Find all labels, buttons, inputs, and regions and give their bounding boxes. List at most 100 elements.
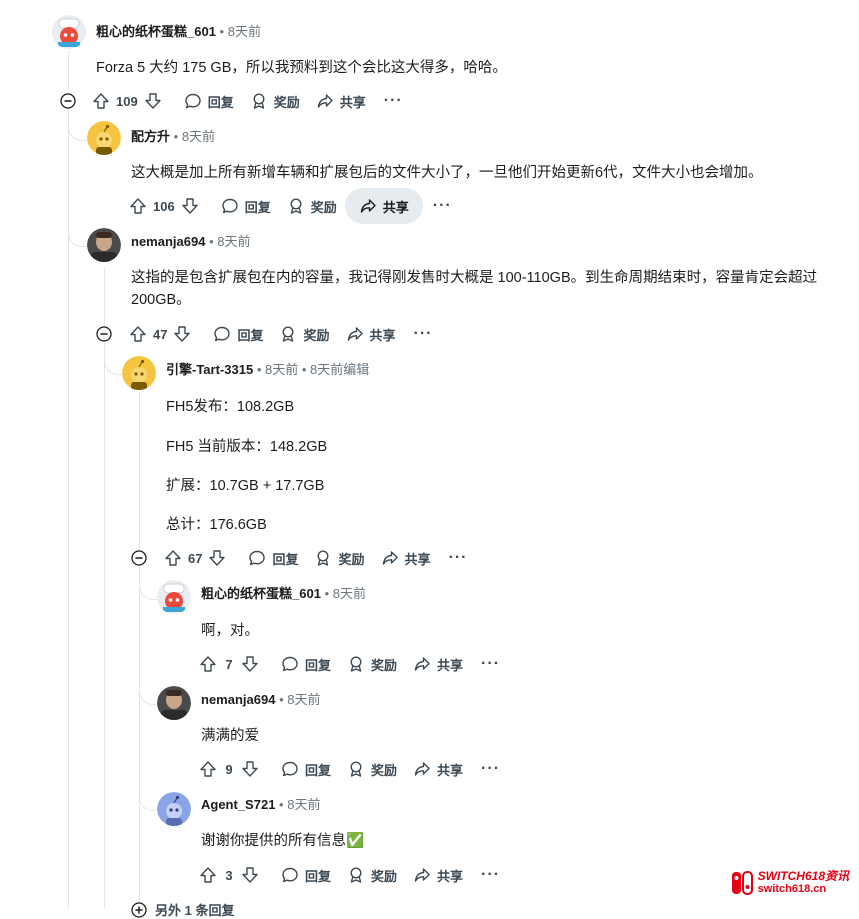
timestamp[interactable]: 8天前 — [217, 234, 250, 249]
upvote-icon[interactable] — [129, 325, 147, 343]
share-label: 共享 — [437, 762, 464, 778]
reply-button[interactable]: 回复 — [273, 753, 339, 785]
more-options-button[interactable]: ··· — [471, 760, 510, 778]
comment-body: 谢谢你提供的所有信息✅ — [201, 833, 365, 849]
share-button[interactable]: 共享 — [338, 318, 404, 350]
collapse-button[interactable] — [131, 550, 147, 566]
award-label: 奖励 — [371, 762, 398, 778]
reply-button[interactable]: 回复 — [213, 190, 279, 222]
reply-button[interactable]: 回复 — [205, 318, 271, 350]
award-label: 奖励 — [371, 868, 398, 884]
share-button[interactable]: 共享 — [373, 542, 439, 574]
username[interactable]: 粗心的纸杯蛋糕_601 — [96, 24, 216, 39]
avatar[interactable] — [157, 580, 191, 614]
reply-icon — [184, 92, 202, 110]
timestamp[interactable]: 8天前 — [265, 362, 298, 377]
timestamp[interactable]: 8天前 — [228, 24, 261, 39]
username[interactable]: Agent_S721 — [201, 797, 275, 812]
vote-score: 109 — [116, 93, 138, 109]
award-icon — [347, 760, 365, 778]
downvote-icon[interactable] — [208, 549, 226, 567]
reply-button[interactable]: 回复 — [273, 648, 339, 680]
share-button[interactable]: 共享 — [405, 753, 471, 785]
username[interactable]: 粗心的纸杯蛋糕_601 — [201, 586, 321, 601]
award-button[interactable]: 奖励 — [306, 542, 372, 574]
more-options-button[interactable]: ··· — [374, 92, 413, 110]
downvote-icon[interactable] — [241, 760, 259, 778]
more-options-button[interactable]: ··· — [471, 655, 510, 673]
upvote-icon[interactable] — [164, 549, 182, 567]
avatar[interactable] — [52, 15, 86, 49]
more-options-button[interactable]: ··· — [471, 866, 510, 884]
downvote-icon[interactable] — [181, 197, 199, 215]
collapse-button[interactable] — [60, 93, 76, 109]
comment-line: 扩展：10.7GB + 17.7GB — [166, 478, 325, 494]
more-options-button[interactable]: ··· — [423, 197, 462, 215]
award-button[interactable]: 奖励 — [339, 648, 405, 680]
more-options-button[interactable]: ··· — [439, 549, 478, 567]
reply-button[interactable]: 回复 — [176, 85, 242, 117]
collapse-button[interactable] — [96, 326, 112, 342]
username[interactable]: 引擎-Tart-3315 — [166, 362, 253, 377]
upvote-icon[interactable] — [92, 92, 110, 110]
award-button[interactable]: 奖励 — [271, 318, 337, 350]
award-button[interactable]: 奖励 — [242, 85, 308, 117]
thread-curve — [139, 599, 158, 705]
downvote-icon[interactable] — [173, 325, 191, 343]
reply-label: 回复 — [305, 762, 332, 778]
thread-curve — [104, 341, 123, 375]
reply-icon — [248, 549, 266, 567]
more-replies-label: 另外 1 条回复 — [155, 903, 235, 918]
thread-curve — [139, 566, 158, 600]
timestamp[interactable]: 8天前 — [333, 586, 366, 601]
award-icon — [314, 549, 332, 567]
timestamp[interactable]: 8天前 — [182, 129, 215, 144]
share-label: 共享 — [437, 657, 464, 673]
username[interactable]: nemanja694 — [131, 234, 205, 249]
downvote-icon[interactable] — [241, 866, 259, 884]
award-label: 奖励 — [273, 94, 300, 110]
vote-control: 7 — [195, 655, 263, 673]
share-button[interactable]: 共享 — [405, 648, 471, 680]
thread-line — [68, 52, 69, 909]
more-options-button[interactable]: ··· — [404, 325, 443, 343]
action-bar: 47 回复 奖励 共享 ··· — [125, 318, 443, 350]
share-label: 共享 — [437, 868, 464, 884]
upvote-icon[interactable] — [199, 760, 217, 778]
username[interactable]: 配方升 — [131, 129, 170, 144]
upvote-icon[interactable] — [199, 866, 217, 884]
vote-score: 67 — [188, 550, 203, 566]
award-button[interactable]: 奖励 — [279, 190, 345, 222]
avatar[interactable] — [122, 356, 156, 390]
vote-control: 109 — [88, 92, 166, 110]
reply-button[interactable]: 回复 — [240, 542, 306, 574]
timestamp[interactable]: 8天前 — [287, 692, 320, 707]
share-icon — [413, 655, 431, 673]
avatar[interactable] — [157, 792, 191, 826]
avatar[interactable] — [87, 121, 121, 155]
award-label: 奖励 — [303, 327, 330, 343]
share-label: 共享 — [404, 551, 431, 567]
award-button[interactable]: 奖励 — [339, 859, 405, 891]
timestamp[interactable]: 8天前 — [287, 797, 320, 812]
share-button[interactable]: 共享 — [405, 859, 471, 891]
upvote-icon[interactable] — [129, 197, 147, 215]
award-button[interactable]: 奖励 — [339, 753, 405, 785]
username[interactable]: nemanja694 — [201, 692, 275, 707]
downvote-icon[interactable] — [241, 655, 259, 673]
award-icon — [287, 197, 305, 215]
more-replies-link[interactable]: 另外 1 条回复 — [131, 900, 234, 919]
downvote-icon[interactable] — [144, 92, 162, 110]
reply-button[interactable]: 回复 — [273, 859, 339, 891]
share-button[interactable]: 共享 — [344, 188, 423, 224]
avatar[interactable] — [87, 228, 121, 262]
expand-icon — [131, 901, 147, 918]
upvote-icon[interactable] — [199, 655, 217, 673]
avatar[interactable] — [157, 686, 191, 720]
watermark: SWITCH618资讯 switch618.cn — [731, 870, 849, 896]
share-button[interactable]: 共享 — [308, 85, 374, 117]
action-bar: 109 回复 奖励 共享 ··· — [88, 85, 413, 117]
reply-label: 回复 — [305, 657, 332, 673]
thread-curve — [68, 210, 87, 247]
action-bar: 67 回复 奖励 共享 ··· — [160, 542, 478, 574]
